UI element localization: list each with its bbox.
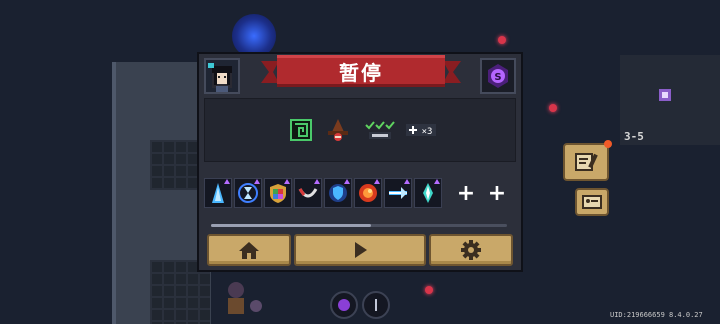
uid-version-label: UID:219666659 8.4.0.27 [610,311,703,319]
upgrade-arrow-icon [224,179,230,184]
profile-card-button[interactable] [575,188,609,216]
blue-shield-buff-icon[interactable] [324,178,352,208]
home-icon [239,242,259,259]
weapon-slot[interactable] [362,291,390,319]
sword-icon [375,299,377,311]
enemy-orb [425,286,433,294]
checkmarks-icon[interactable] [365,118,395,142]
active-effects-panel: ×3 [204,98,516,162]
home-button[interactable] [207,234,291,266]
elemental-shield-buff-icon[interactable] [264,178,292,208]
hourglass-buff-icon[interactable] [234,178,262,208]
buff-list: + + [204,178,516,210]
upgrade-arrow-icon [254,179,260,184]
pause-title: 暂停 [339,60,383,85]
enemy-sprite [659,89,671,101]
floor-tiles [150,140,200,190]
enemy-orb [549,104,557,112]
upgrade-arrow-icon [314,179,320,184]
upgrade-arrow-icon [434,179,440,184]
gamepad-x3-icon[interactable]: ×3 [405,118,437,142]
maze-icon[interactable] [289,118,313,142]
fire-swirl-buff-icon[interactable] [354,178,382,208]
buff-scrollbar[interactable] [211,224,507,227]
hero-sprite [228,282,262,314]
hero-portrait-icon [206,60,238,92]
level-indicator: 3-5 [624,130,644,143]
upgrade-arrow-icon [344,179,350,184]
svg-text:S: S [494,72,501,83]
fang-buff-icon[interactable] [294,178,322,208]
effect-badge: ×3 [422,127,433,137]
energy-beam-buff-icon[interactable] [384,178,412,208]
curse-seal[interactable]: S [480,58,516,94]
ice-spike-buff-icon[interactable] [204,178,232,208]
pause-dialog: 暂停 S ×3 + + [197,52,523,272]
notepad-icon [575,153,598,171]
crystal-spear-buff-icon[interactable] [414,178,442,208]
skill-slot[interactable] [330,291,358,319]
quest-notes-button[interactable] [563,140,612,181]
purple-rune-icon: S [488,64,508,88]
enemy-orb [498,36,506,44]
scroll-thumb[interactable] [211,224,371,227]
upgrade-arrow-icon [404,179,410,184]
settings-button[interactable] [429,234,513,266]
upgrade-arrow-icon [284,179,290,184]
add-buff-slot[interactable]: + [452,178,480,208]
upgrade-arrow-icon [374,179,380,184]
character-avatar[interactable] [204,58,240,94]
purple-orb-icon [338,299,350,311]
play-icon [355,242,367,258]
id-card-icon [582,195,602,209]
notification-dot [604,140,612,148]
resume-button[interactable] [294,234,426,266]
wizard-hat-icon[interactable] [326,118,350,142]
add-buff-slot[interactable]: + [483,178,511,208]
settings-gear-icon [461,240,481,260]
